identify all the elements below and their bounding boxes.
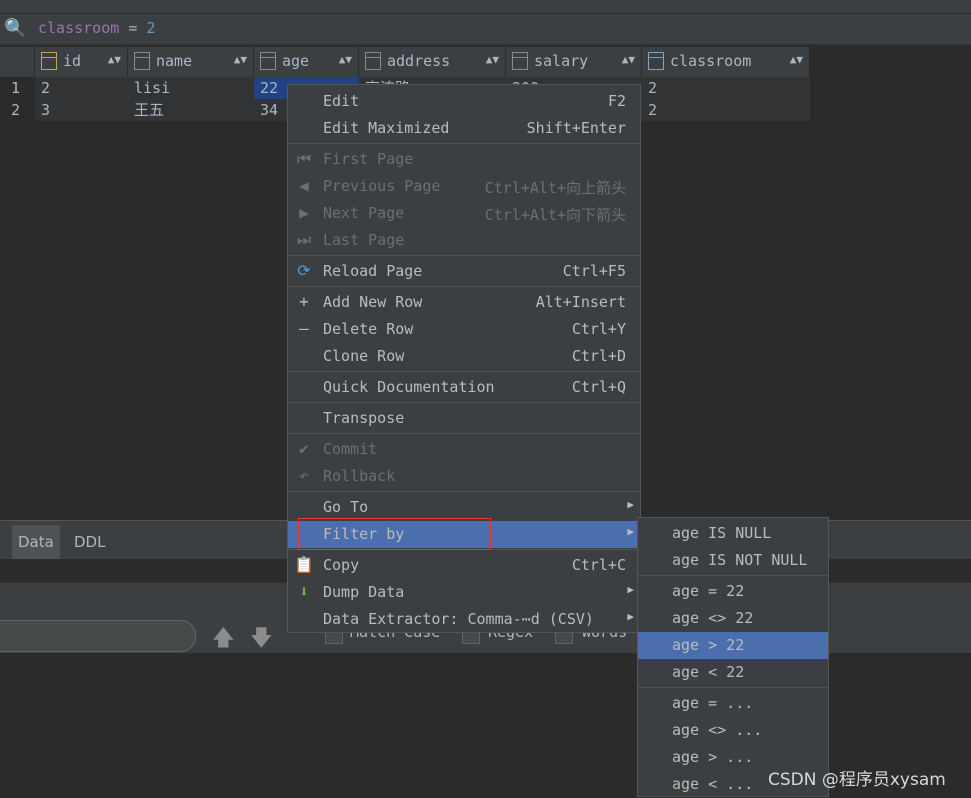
cell-id[interactable]: 3 [35, 99, 128, 121]
sort-icon[interactable]: ▲▼ [339, 53, 352, 66]
column-label: age [282, 52, 310, 70]
menu-separator [288, 371, 640, 372]
tab-ddl[interactable]: DDL [68, 525, 111, 559]
menu-separator [288, 286, 640, 287]
menu-item-go-to[interactable]: Go To ▶ [288, 494, 640, 521]
search-icon: 🔍 [4, 18, 27, 39]
submenu-arrow-icon: ▶ [627, 525, 634, 538]
highlight-annotation-box [298, 518, 491, 550]
row-number-header [0, 47, 35, 77]
menu-separator [288, 255, 640, 256]
menu-item-rollback[interactable]: ↶ Rollback [288, 463, 640, 490]
filter-by-submenu: age IS NULL age IS NOT NULL age = 22 age… [637, 517, 829, 797]
cell-name[interactable]: 王五 [128, 99, 254, 121]
cell-classroom[interactable]: 2 [642, 77, 810, 99]
previous-page-icon: ◀ [299, 176, 309, 195]
cell-classroom[interactable]: 2 [642, 99, 810, 121]
menu-separator [638, 575, 828, 576]
sort-icon[interactable]: ▲▼ [790, 53, 803, 66]
check-icon: ✔ [299, 439, 309, 458]
sort-icon[interactable]: ▲▼ [234, 53, 247, 66]
last-page-icon: ⏭ [296, 230, 312, 249]
menu-separator [288, 402, 640, 403]
copy-icon: 📋 [294, 555, 314, 574]
menu-item-edit-maximized[interactable]: Edit Maximized Shift+Enter [288, 115, 640, 142]
row-number: 1 [11, 79, 21, 97]
tab-data[interactable]: Data [12, 525, 60, 559]
watermark: CSDN @程序员xysam [768, 770, 946, 790]
menu-item-first-page[interactable]: ⏮ First Page [288, 146, 640, 173]
reload-icon: ⟳ [297, 261, 311, 280]
menu-item-data-extractor[interactable]: Data Extractor: Comma-⋯d (CSV) ▶ [288, 606, 640, 633]
column-icon [512, 52, 528, 70]
cell-name[interactable]: lisi [128, 77, 254, 99]
menu-item-next-page[interactable]: ▶ Next Page Ctrl+Alt+向下箭头 [288, 200, 640, 227]
minus-icon: — [299, 319, 309, 338]
menu-item-commit[interactable]: ✔ Commit [288, 436, 640, 463]
column-icon [134, 52, 150, 70]
column-label: address [387, 52, 451, 70]
context-menu: Edit F2 Edit Maximized Shift+Enter ⏮ Fir… [287, 84, 641, 633]
plus-icon: + [299, 292, 309, 311]
submenu-arrow-icon: ▶ [627, 610, 634, 623]
menu-item-delete-row[interactable]: — Delete Row Ctrl+Y [288, 316, 640, 343]
menu-item-edit[interactable]: Edit F2 [288, 88, 640, 115]
menu-item-quick-documentation[interactable]: Quick Documentation Ctrl+Q [288, 374, 640, 401]
menu-item-add-new-row[interactable]: + Add New Row Alt+Insert [288, 289, 640, 316]
menu-item-previous-page[interactable]: ◀ Previous Page Ctrl+Alt+向上箭头 [288, 173, 640, 200]
filter-option[interactable]: age IS NULL [638, 520, 828, 547]
search-input[interactable] [0, 620, 196, 652]
top-toolbar-strip [0, 0, 971, 14]
undo-icon: ↶ [299, 466, 309, 485]
column-label: name [156, 52, 193, 70]
download-icon: ⬇ [299, 582, 309, 601]
row-number: 2 [11, 101, 21, 119]
filter-bar[interactable]: 🔍 classroom = 2 [0, 14, 971, 45]
menu-separator [288, 143, 640, 144]
foreign-key-icon [648, 52, 664, 70]
menu-separator [288, 491, 640, 492]
column-header-salary[interactable]: salary ▲▼ [506, 47, 642, 77]
column-label: salary [534, 52, 589, 70]
column-icon [260, 52, 276, 70]
menu-item-dump-data[interactable]: ⬇ Dump Data ▶ [288, 579, 640, 606]
first-page-icon: ⏮ [296, 149, 312, 168]
filter-option[interactable]: age = ... [638, 690, 828, 717]
column-icon [365, 52, 381, 70]
filter-keyword: classroom [38, 19, 120, 37]
filter-option[interactable]: age < 22 [638, 659, 828, 686]
cell-id[interactable]: 2 [35, 77, 128, 99]
filter-value: 2 [146, 19, 156, 37]
menu-item-copy[interactable]: 📋 Copy Ctrl+C [288, 552, 640, 579]
filter-option[interactable]: age <> 22 [638, 605, 828, 632]
sort-icon[interactable]: ▲▼ [622, 53, 635, 66]
menu-item-clone-row[interactable]: Clone Row Ctrl+D [288, 343, 640, 370]
column-header-name[interactable]: name ▲▼ [128, 47, 254, 77]
arrow-down-icon[interactable]: 🡇 [250, 621, 273, 659]
column-label: classroom [670, 52, 752, 70]
filter-option[interactable]: age = 22 [638, 578, 828, 605]
filter-expression[interactable]: classroom = 2 [38, 19, 155, 37]
menu-item-transpose[interactable]: Transpose [288, 405, 640, 432]
column-header-age[interactable]: age ▲▼ [254, 47, 359, 77]
column-header-id[interactable]: id ▲▼ [35, 47, 128, 77]
menu-separator [288, 433, 640, 434]
column-header-classroom[interactable]: classroom ▲▼ [642, 47, 810, 77]
menu-item-reload-page[interactable]: ⟳ Reload Page Ctrl+F5 [288, 258, 640, 285]
submenu-arrow-icon: ▶ [627, 583, 634, 596]
arrow-up-icon[interactable]: 🡅 [212, 621, 235, 659]
column-header-address[interactable]: address ▲▼ [359, 47, 506, 77]
menu-separator [638, 687, 828, 688]
menu-item-last-page[interactable]: ⏭ Last Page [288, 227, 640, 254]
column-label: id [63, 52, 82, 70]
sort-icon[interactable]: ▲▼ [108, 53, 121, 66]
filter-option[interactable]: age IS NOT NULL [638, 547, 828, 574]
submenu-arrow-icon: ▶ [627, 498, 634, 511]
sort-icon[interactable]: ▲▼ [486, 53, 499, 66]
next-page-icon: ▶ [299, 203, 309, 222]
filter-operator: = [128, 19, 138, 37]
filter-option-highlighted[interactable]: age > 22 [638, 632, 828, 659]
primary-key-icon [41, 52, 57, 70]
filter-option[interactable]: age <> ... [638, 717, 828, 744]
